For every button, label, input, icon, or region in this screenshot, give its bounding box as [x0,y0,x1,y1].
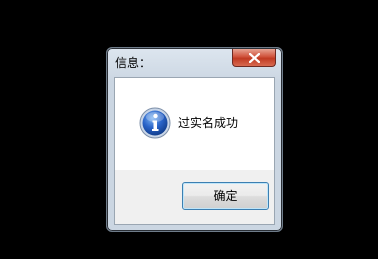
close-icon [249,53,260,63]
close-button[interactable] [232,49,276,67]
message-dialog: 信息： 过实名成功 确定 [106,47,283,232]
dialog-title: 信息： [115,56,152,70]
message-text: 过实名成功 [178,116,239,130]
info-icon [139,107,171,139]
dialog-body: 过实名成功 确定 [114,77,275,225]
ok-button[interactable]: 确定 [182,182,269,210]
dialog-titlebar[interactable]: 信息： [107,48,282,76]
message-area: 过实名成功 [115,78,274,170]
